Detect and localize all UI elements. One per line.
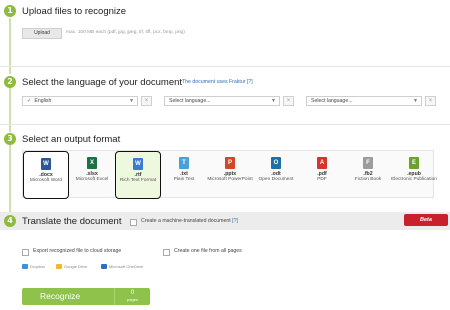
language-select-3[interactable]: Select language... ▼ — [306, 96, 422, 106]
cloud-google-drive[interactable]: Google Drive — [56, 264, 88, 270]
step-number-badge: 2 — [4, 76, 16, 88]
recognize-button[interactable]: Recognize 0 pages — [22, 288, 150, 305]
cloud-name: Google Drive — [64, 264, 88, 269]
chevron-down-icon: ▼ — [271, 98, 276, 104]
language-select-value: Select language... — [311, 98, 353, 104]
upload-hint: max. 100 MB each (pdf, jpg, jpeg, tif, t… — [66, 30, 185, 35]
format-name: Microsoft Word — [29, 178, 63, 183]
format-pptx[interactable]: P .pptx Microsoft PowerPoint — [207, 151, 253, 199]
translate-checkbox[interactable] — [130, 219, 137, 226]
export-cloud-label: Export recognized file to cloud storage — [33, 248, 122, 254]
format-name: Microsoft Excel — [75, 177, 109, 182]
section-divider — [0, 66, 450, 67]
language-select-1[interactable]: ✓ English ▼ — [22, 96, 138, 106]
language-select-value: English — [34, 98, 52, 104]
fiction-book-icon: F — [363, 157, 373, 169]
rtf-icon: W — [133, 158, 143, 170]
format-name: Fiction Book — [354, 177, 382, 182]
check-icon: ✓ — [27, 98, 32, 104]
step-title-translate: Translate the document — [22, 216, 122, 227]
format-name: Microsoft PowerPoint — [207, 177, 253, 182]
help-link[interactable]: [?] — [232, 218, 238, 224]
word-icon: W — [41, 158, 51, 170]
format-name: Plain Text — [173, 177, 195, 182]
odt-icon: O — [271, 157, 281, 169]
format-name: Open Document — [258, 177, 294, 182]
one-file-label: Create one file from all pages — [174, 248, 242, 254]
format-txt[interactable]: T .txt Plain Text — [161, 151, 207, 199]
format-name: Electronic Publication — [391, 177, 437, 182]
cloud-name: Dropbox — [30, 264, 46, 269]
cloud-dropbox[interactable]: Dropbox — [22, 264, 46, 270]
step-connector-line — [9, 88, 11, 132]
upload-button[interactable]: Upload — [22, 28, 62, 39]
chevron-down-icon: ▼ — [413, 98, 418, 104]
format-epub[interactable]: E .epub Electronic Publication — [391, 151, 437, 199]
excel-icon: X — [87, 157, 97, 169]
ocr-page: 1 Upload files to recognize Upload max. … — [0, 0, 450, 310]
beta-badge: Beta — [404, 214, 448, 226]
remove-language-button[interactable]: × — [141, 96, 152, 106]
text-icon: T — [179, 157, 189, 169]
translate-label: Create a machine-translated document [?] — [141, 218, 238, 224]
chevron-down-icon: ▼ — [129, 98, 134, 104]
page-counter: 0 pages — [114, 288, 150, 305]
export-cloud-checkbox[interactable] — [22, 249, 29, 256]
format-fb2[interactable]: F .fb2 Fiction Book — [345, 151, 391, 199]
remove-language-button[interactable]: × — [425, 96, 436, 106]
format-docx[interactable]: W .docx Microsoft Word — [23, 151, 69, 199]
format-odt[interactable]: O .odt Open Document — [253, 151, 299, 199]
language-select-2[interactable]: Select language... ▼ — [164, 96, 280, 106]
cloud-onedrive[interactable]: Microsoft OneDrive — [101, 264, 144, 270]
format-name: PDF — [317, 177, 327, 182]
page-count-unit: pages — [127, 297, 138, 302]
format-pdf[interactable]: A .pdf PDF — [299, 151, 345, 199]
onedrive-icon — [101, 264, 107, 270]
page-count: 0 — [130, 290, 135, 296]
section-divider — [0, 124, 450, 125]
cloud-name: Microsoft OneDrive — [109, 264, 144, 269]
format-name: Rich Text Format — [119, 178, 157, 183]
format-rtf[interactable]: W .rtf Rich Text Format — [115, 151, 161, 199]
powerpoint-icon: P — [225, 157, 235, 169]
step-title-format: Select an output format — [22, 134, 121, 145]
google-drive-icon — [56, 264, 62, 270]
step-title-language: Select the language of your document — [22, 77, 183, 88]
fraktur-link[interactable]: The document uses Fraktur [?] — [182, 79, 253, 85]
pdf-icon: A — [317, 157, 327, 169]
format-list: W .docx Microsoft Word X .xlsx Microsoft… — [22, 150, 437, 199]
dropbox-icon — [22, 264, 28, 270]
step-connector-line — [9, 144, 11, 214]
language-select-value: Select language... — [169, 98, 211, 104]
step-number-badge: 3 — [4, 133, 16, 145]
remove-language-button[interactable]: × — [283, 96, 294, 106]
format-xlsx[interactable]: X .xlsx Microsoft Excel — [69, 151, 115, 199]
step-title-upload: Upload files to recognize — [22, 6, 127, 17]
step-number-badge: 1 — [4, 5, 16, 17]
epub-icon: E — [409, 157, 419, 169]
one-file-checkbox[interactable] — [163, 249, 170, 256]
recognize-label: Recognize — [40, 291, 81, 301]
translate-label-text: Create a machine-translated document — [141, 218, 231, 224]
step-number-badge: 4 — [4, 215, 16, 227]
